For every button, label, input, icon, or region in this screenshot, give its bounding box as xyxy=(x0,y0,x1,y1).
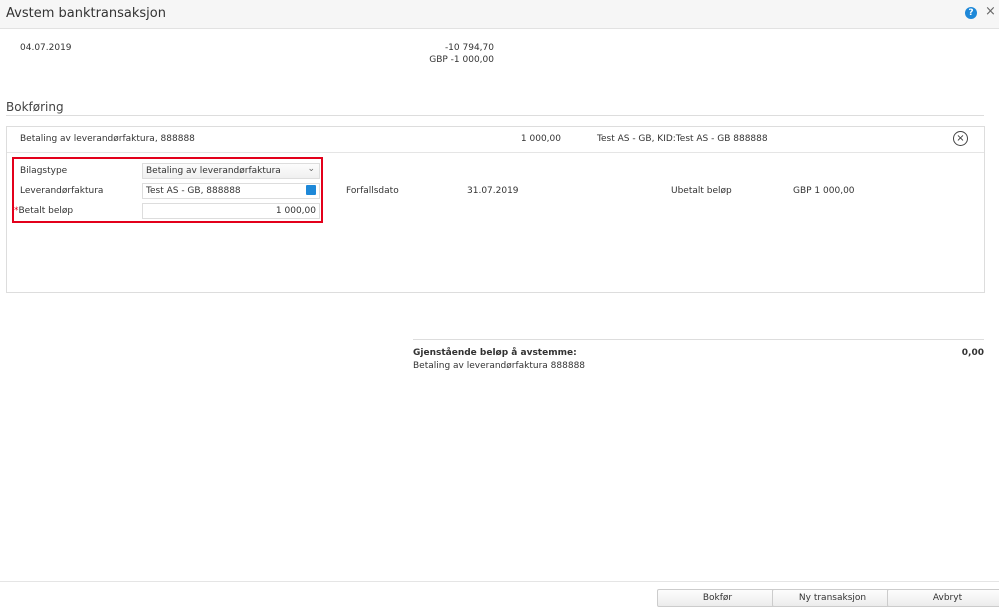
paid-amount-label: Betalt beløp xyxy=(18,206,74,216)
unpaid-label: Ubetalt beløp xyxy=(671,186,732,196)
footer-divider xyxy=(0,581,999,582)
transaction-date: 04.07.2019 xyxy=(20,43,72,53)
transaction-amount: -10 794,70 xyxy=(444,43,494,53)
voucher-type-value: Betaling av leverandørfaktura xyxy=(146,166,281,176)
remaining-value: 0,00 xyxy=(961,348,984,358)
cancel-button[interactable]: Avbryt xyxy=(887,589,999,607)
dialog-title: Avstem banktransaksjon xyxy=(6,6,166,21)
search-lookup-icon[interactable] xyxy=(306,185,316,195)
close-icon[interactable]: × xyxy=(985,4,996,19)
paid-label-wrap: *Betalt beløp xyxy=(14,206,73,216)
entry-reference: Test AS - GB, KID:Test AS - GB 888888 xyxy=(597,134,768,144)
post-button[interactable]: Bokfør xyxy=(657,589,778,607)
due-date-label: Forfallsdato xyxy=(346,186,399,196)
entry-description: Betaling av leverandørfaktura, 888888 xyxy=(20,134,195,144)
card-divider xyxy=(7,152,984,153)
section-title: Bokføring xyxy=(6,100,64,114)
paid-amount-input[interactable]: 1 000,00 xyxy=(142,203,320,219)
voucher-type-label: Bilagstype xyxy=(20,166,68,176)
summary-divider xyxy=(413,339,984,340)
voucher-type-select[interactable]: Betaling av leverandørfaktura ⌄ xyxy=(142,163,320,179)
invoice-input[interactable]: Test AS - GB, 888888 xyxy=(142,183,320,199)
new-transaction-button[interactable]: Ny transaksjon xyxy=(772,589,893,607)
remove-entry-icon[interactable]: × xyxy=(953,131,968,146)
due-date-value: 31.07.2019 xyxy=(467,186,519,196)
entry-amount: 1 000,00 xyxy=(520,134,561,144)
remaining-label: Gjenstående beløp å avstemme: xyxy=(413,348,577,358)
unpaid-value: GBP 1 000,00 xyxy=(793,186,855,196)
help-icon[interactable]: ? xyxy=(965,7,977,19)
transaction-currency-amount: GBP -1 000,00 xyxy=(429,55,494,65)
chevron-down-icon: ⌄ xyxy=(307,164,315,174)
invoice-label: Leverandørfaktura xyxy=(20,186,104,196)
remaining-detail: Betaling av leverandørfaktura 888888 xyxy=(413,361,586,371)
section-divider xyxy=(6,115,984,116)
